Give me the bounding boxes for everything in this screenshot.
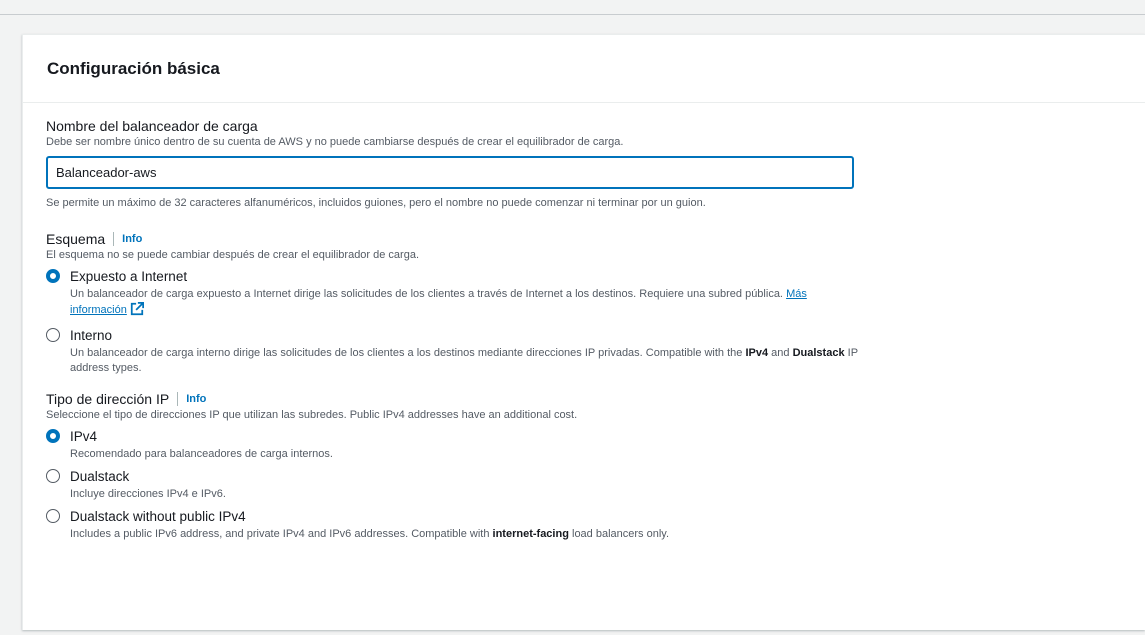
ip-type-label-row: Tipo de dirección IP Info: [46, 390, 1145, 408]
radio-internal[interactable]: Interno Un balanceador de carga interno …: [46, 327, 1145, 376]
radio-description-internal: Un balanceador de carga interno dirige l…: [70, 347, 858, 374]
ip-type-radio-group: IPv4 Recomendado para balanceadores de c…: [46, 428, 1145, 542]
radio-button-selected[interactable]: [46, 269, 60, 283]
scheme-label-row: Esquema Info: [46, 230, 1145, 248]
radio-button-unselected[interactable]: [46, 328, 60, 342]
panel-header: Configuración básica: [23, 35, 1145, 103]
scheme-radio-group: Expuesto a Internet Un balanceador de ca…: [46, 268, 1145, 376]
panel-title: Configuración básica: [47, 58, 220, 78]
label-separator: [113, 232, 115, 246]
label-separator: [177, 392, 179, 406]
name-field-constraint: Se permite un máximo de 32 caracteres al…: [46, 197, 706, 209]
radio-description-internet-facing: Un balanceador de carga expuesto a Inter…: [70, 287, 860, 321]
name-field-label: Nombre del balanceador de carga: [46, 118, 258, 134]
scheme-info-link[interactable]: Info: [122, 233, 142, 245]
radio-button-unselected[interactable]: [46, 469, 60, 483]
radio-label-dualstack-no-public-ipv4: Dualstack without public IPv4: [70, 509, 246, 524]
radio-button-unselected[interactable]: [46, 509, 60, 523]
radio-description-dualstack-no-public-ipv4: Includes a public IPv6 address, and priv…: [70, 528, 670, 540]
radio-internet-facing[interactable]: Expuesto a Internet Un balanceador de ca…: [46, 268, 1145, 321]
scheme-field-group: Esquema Info El esquema no se puede camb…: [46, 230, 1145, 376]
external-link-icon[interactable]: [130, 302, 144, 321]
radio-label-internet-facing: Expuesto a Internet: [70, 269, 188, 284]
panel-body: Nombre del balanceador de carga Debe ser…: [23, 103, 1145, 542]
scheme-label: Esquema: [46, 231, 106, 247]
ip-type-field-group: Tipo de dirección IP Info Seleccione el …: [46, 390, 1145, 542]
radio-label-internal: Interno: [70, 328, 113, 343]
radio-dualstack[interactable]: Dualstack Incluye direcciones IPv4 e IPv…: [46, 468, 1145, 502]
radio-label-ipv4: IPv4: [70, 429, 98, 444]
radio-dualstack-no-public-ipv4[interactable]: Dualstack without public IPv4 Includes a…: [46, 508, 1145, 542]
radio-description-dualstack: Incluye direcciones IPv4 e IPv6.: [70, 488, 226, 500]
ip-type-label: Tipo de dirección IP: [46, 391, 170, 407]
basic-config-panel: Configuración básica Nombre del balancea…: [22, 34, 1145, 630]
name-field-group: Nombre del balanceador de carga Debe ser…: [46, 117, 1145, 210]
radio-button-selected[interactable]: [46, 429, 60, 443]
ip-type-description: Seleccione el tipo de direcciones IP que…: [46, 409, 578, 421]
ip-type-info-link[interactable]: Info: [186, 393, 206, 405]
load-balancer-name-input[interactable]: [46, 156, 854, 189]
scheme-description: El esquema no se puede cambiar después d…: [46, 249, 420, 261]
radio-description-ipv4: Recomendado para balanceadores de carga …: [70, 448, 333, 460]
top-strip: [0, 0, 1145, 15]
radio-ipv4[interactable]: IPv4 Recomendado para balanceadores de c…: [46, 428, 1145, 462]
radio-label-dualstack: Dualstack: [70, 469, 130, 484]
name-field-description: Debe ser nombre único dentro de su cuent…: [46, 136, 624, 148]
